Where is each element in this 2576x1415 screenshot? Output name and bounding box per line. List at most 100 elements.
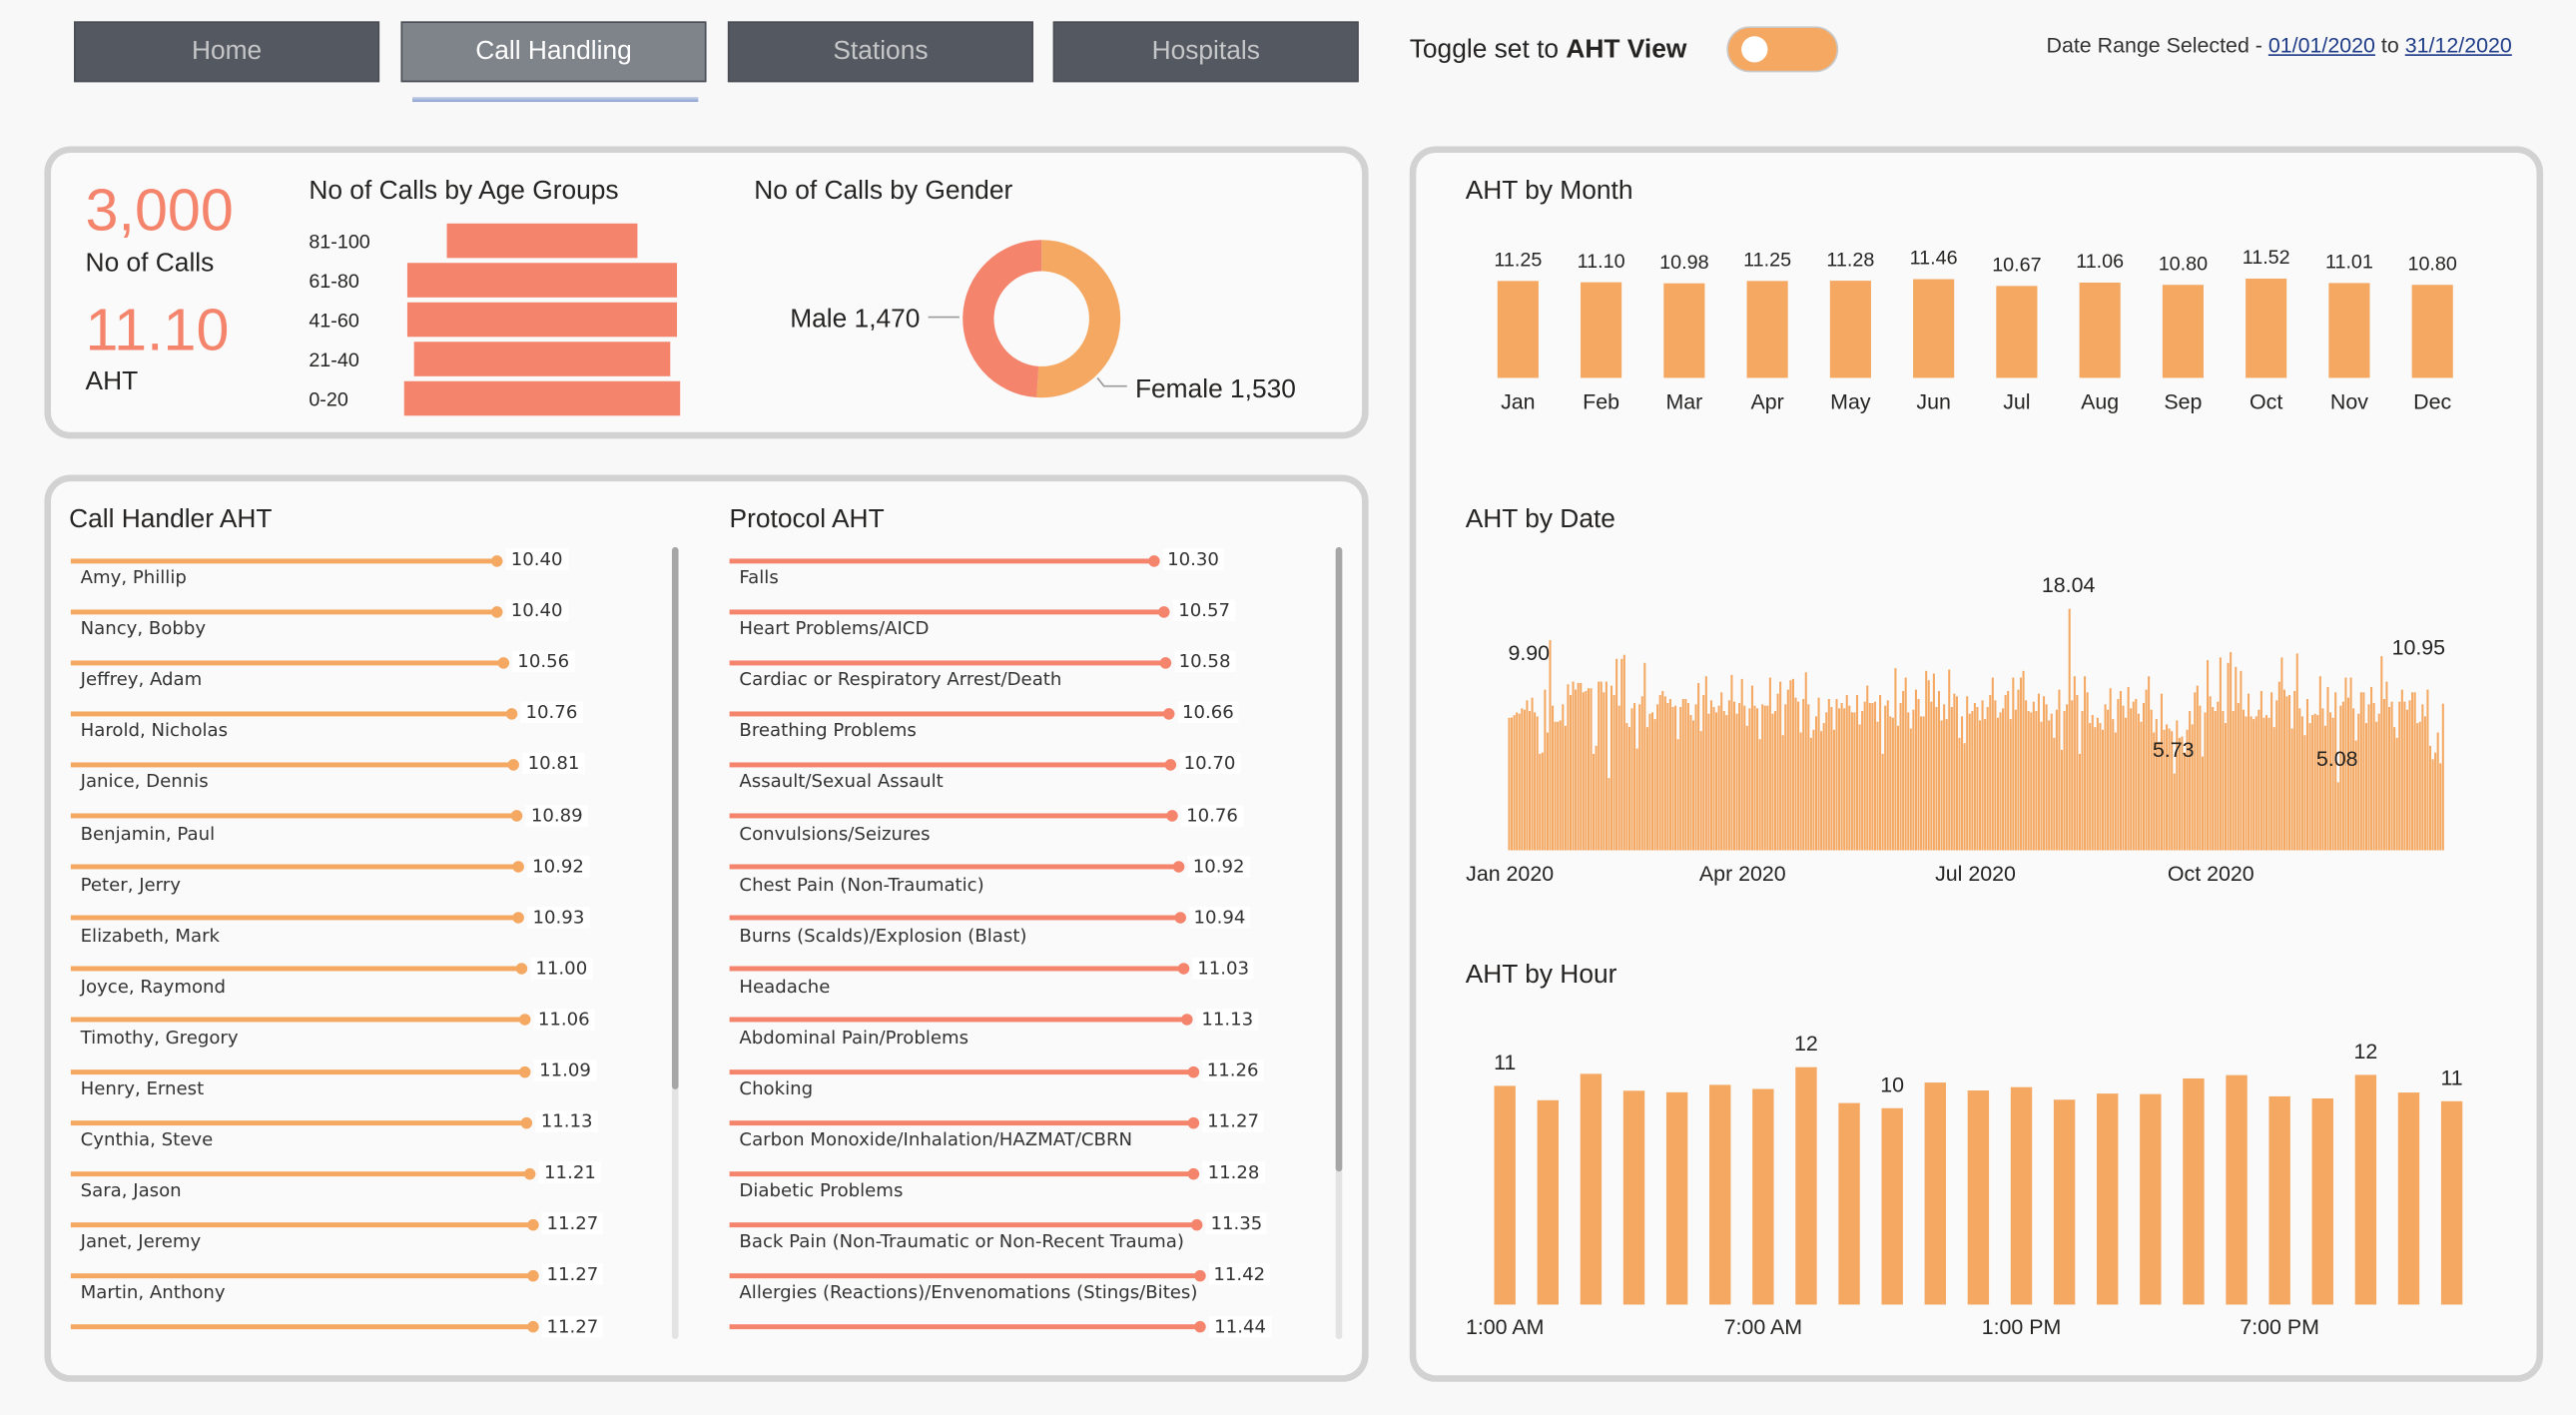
date-bar <box>1825 712 1828 851</box>
date-bar <box>1612 694 1615 851</box>
date-bar <box>1554 721 1557 851</box>
date-bar <box>1748 708 1751 851</box>
date-bar <box>2058 689 2061 851</box>
date-bar <box>2352 708 2355 851</box>
date-bar <box>2125 717 2128 851</box>
date-bar <box>1922 716 1925 851</box>
date-bar <box>2418 721 2421 851</box>
date-bar <box>1627 727 1630 851</box>
date-bar <box>2212 707 2215 851</box>
hour-data-label: 12 <box>2353 1040 2377 1063</box>
date-bar <box>1534 712 1537 851</box>
date-bar <box>1848 705 1851 851</box>
month-axis-label: Feb <box>1583 390 1619 414</box>
date-bar <box>1881 753 1884 851</box>
date-bar <box>2107 709 2110 851</box>
date-bar <box>2295 653 2298 851</box>
age-bar <box>406 302 678 338</box>
month-bar <box>1746 281 1788 378</box>
date-bar <box>2109 688 2112 851</box>
date-bar <box>1953 693 1956 851</box>
date-bar <box>1635 748 1638 851</box>
date-bar <box>2421 704 2424 851</box>
date-bar <box>1932 673 1935 851</box>
date-bar <box>1861 711 1864 851</box>
date-bar <box>2145 689 2148 851</box>
date-bar <box>2189 711 2192 851</box>
date-bar <box>2142 703 2146 851</box>
hour-axis-label: 1:00 AM <box>1466 1315 1544 1339</box>
date-bar <box>1577 682 1580 851</box>
date-bar <box>1603 692 1606 851</box>
date-bar <box>2293 690 2296 851</box>
hour-bar <box>2140 1093 2162 1305</box>
date-bar <box>1523 709 1526 851</box>
hour-bar <box>2097 1093 2119 1305</box>
date-bar <box>1920 716 1923 851</box>
date-bar <box>2377 713 2380 851</box>
date-bar <box>2346 697 2350 851</box>
date-bar <box>1863 701 1866 851</box>
date-bar <box>1773 711 1777 851</box>
month-axis-label: Jul <box>2003 390 2030 414</box>
date-bar <box>1720 692 1723 851</box>
male-label: Male 1,470 <box>790 303 920 333</box>
date-bar <box>1740 678 1743 851</box>
date-bar <box>2101 729 2105 851</box>
date-bar <box>2217 701 2220 851</box>
date-bar <box>2089 723 2092 851</box>
date-bar <box>1758 739 1761 851</box>
date-bar <box>1943 704 1946 851</box>
date-bar <box>2250 716 2253 851</box>
date-bar <box>1516 712 1519 851</box>
date-bar <box>2370 686 2373 851</box>
date-bar <box>2380 656 2383 851</box>
date-bar <box>1608 778 1610 851</box>
dashboard: Home Call Handling Stations Hospitals To… <box>0 0 2576 1415</box>
hour-bar <box>1881 1107 1903 1305</box>
date-bar <box>1508 717 1511 851</box>
date-bar <box>2222 711 2225 851</box>
date-bar <box>1794 697 1797 851</box>
date-bar <box>1605 681 1608 851</box>
date-bar <box>2398 701 2401 851</box>
date-bar <box>1689 715 1692 851</box>
date-bar <box>1914 689 1917 851</box>
date-bar <box>2428 745 2432 851</box>
date-bar <box>2245 716 2248 851</box>
date-bar <box>2405 709 2408 851</box>
date-data-label: 9.90 <box>1508 641 1550 665</box>
date-bar <box>1544 689 1547 851</box>
date-bar <box>1799 732 1802 851</box>
date-bar <box>2066 704 2069 851</box>
hour-data-label: 12 <box>1794 1032 1818 1056</box>
date-bar <box>1894 668 1897 851</box>
date-bar <box>2204 712 2207 851</box>
date-bar <box>1776 693 1779 851</box>
date-bar <box>1541 752 1544 851</box>
month-bar <box>1913 279 1955 378</box>
date-bar <box>2160 693 2163 851</box>
date-bar <box>2237 703 2240 851</box>
date-bar <box>2048 720 2051 851</box>
date-bar <box>1753 705 1756 851</box>
hour-bar <box>2354 1074 2377 1305</box>
hour-bar <box>2397 1092 2420 1305</box>
date-bar <box>1702 694 1705 851</box>
date-bar <box>2196 685 2199 851</box>
date-bar <box>1961 716 1964 851</box>
date-bar <box>2043 696 2046 851</box>
date-bar <box>1789 680 1792 851</box>
month-bar <box>2328 283 2370 378</box>
date-bar <box>1976 707 1979 851</box>
month-bar <box>1829 281 1871 378</box>
date-bar <box>1858 724 1861 851</box>
date-bar <box>1679 707 1682 851</box>
date-bar <box>1552 705 1555 851</box>
date-bar <box>2025 700 2028 851</box>
date-bar <box>1620 658 1623 851</box>
date-bar <box>2183 752 2187 851</box>
date-bar <box>2248 693 2251 851</box>
date-bar <box>1549 639 1552 851</box>
date-bar <box>1585 690 1588 851</box>
